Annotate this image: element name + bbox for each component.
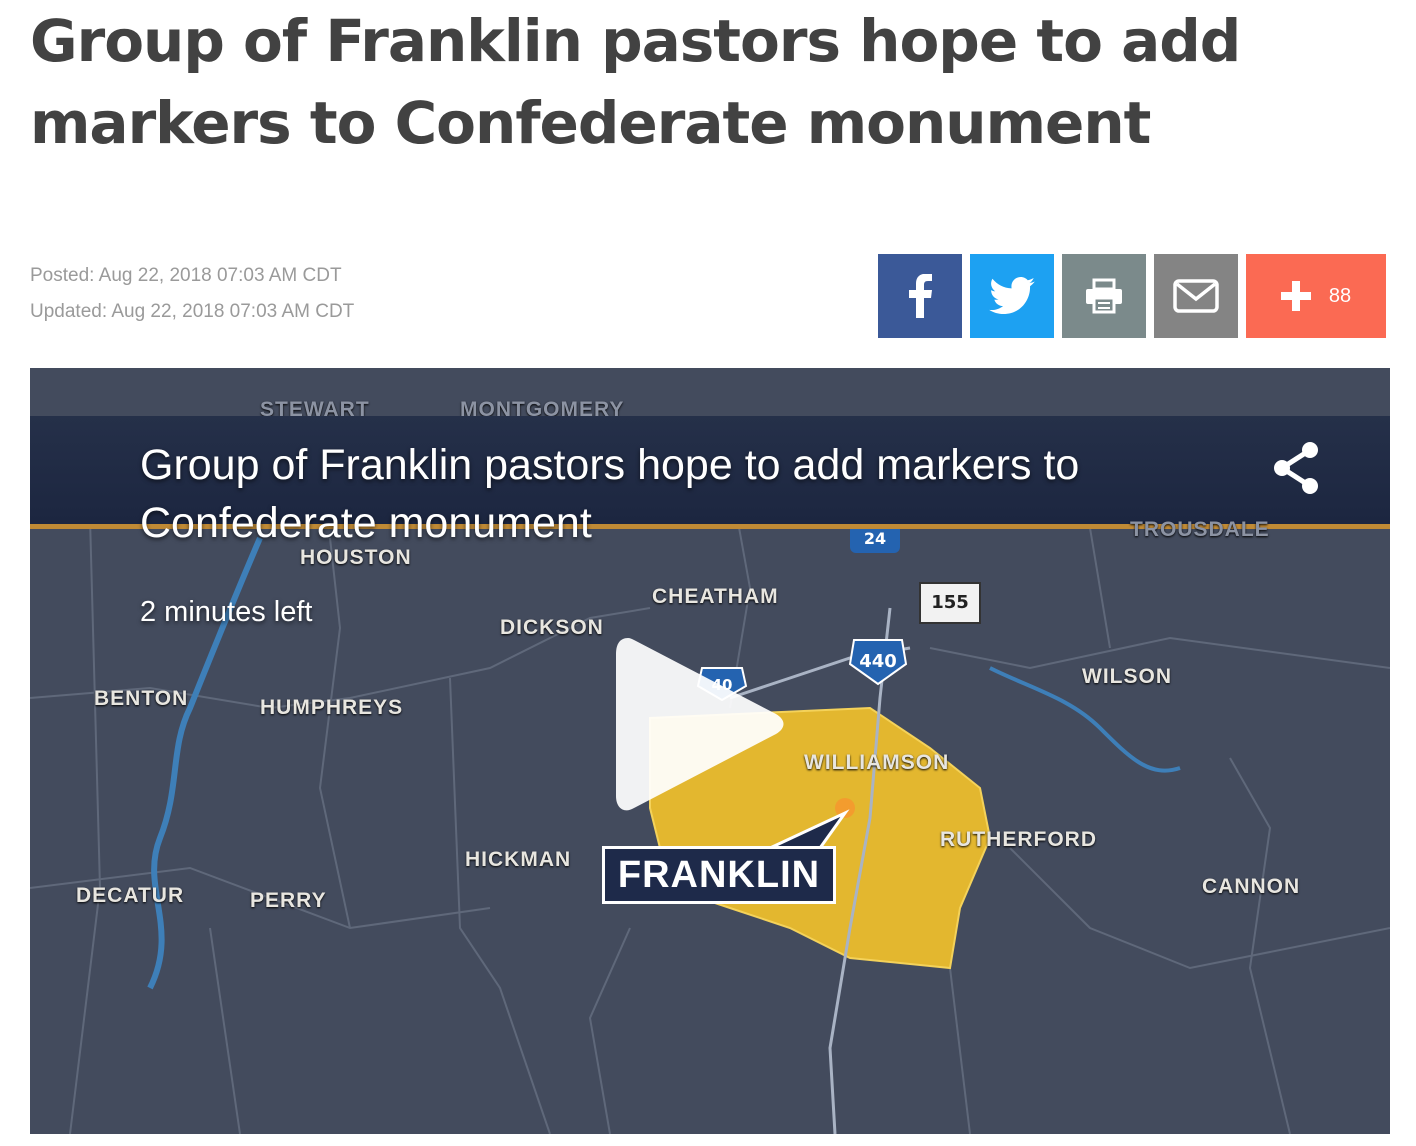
route-155-shield: 155 <box>931 592 969 613</box>
franklin-map-label: FRANKLIN <box>602 846 836 904</box>
video-player[interactable]: 24 40 440 155 STEWART MONTGOMERY TROUSDA… <box>30 368 1390 1134</box>
print-button[interactable] <box>1062 254 1146 338</box>
route-440-shield: 440 <box>859 651 897 672</box>
share-count: 88 <box>1328 284 1352 307</box>
share-icon[interactable] <box>1270 440 1322 496</box>
twitter-icon <box>989 277 1035 315</box>
twitter-share-button[interactable] <box>970 254 1054 338</box>
county-label-dickson: DICKSON <box>500 616 604 639</box>
county-label-rutherford: RUTHERFORD <box>940 828 1097 851</box>
play-button-icon[interactable] <box>610 630 790 820</box>
county-label-williamson: WILLIAMSON <box>804 751 950 774</box>
county-label-decatur: DECATUR <box>76 884 185 907</box>
print-icon <box>1086 278 1122 314</box>
plus-icon <box>1280 281 1311 311</box>
county-label-humphreys: HUMPHREYS <box>260 696 404 719</box>
more-share-button[interactable]: 88 <box>1246 254 1386 338</box>
county-label-cheatham: CHEATHAM <box>652 585 779 608</box>
video-title: Group of Franklin pastors hope to add ma… <box>140 441 1080 547</box>
article-headline: Group of Franklin pastors hope to add ma… <box>30 7 1241 157</box>
posted-date: Posted: Aug 22, 2018 07:03 AM CDT <box>30 265 342 286</box>
updated-date: Updated: Aug 22, 2018 07:03 AM CDT <box>30 301 355 322</box>
county-label-cannon: CANNON <box>1202 875 1301 898</box>
facebook-share-button[interactable] <box>878 254 962 338</box>
county-label-perry: PERRY <box>250 889 327 912</box>
email-share-button[interactable] <box>1154 254 1238 338</box>
county-label-benton: BENTON <box>94 687 189 710</box>
county-label-hickman: HICKMAN <box>465 848 572 871</box>
facebook-icon <box>909 274 932 318</box>
envelope-icon <box>1173 279 1219 313</box>
county-label-wilson: WILSON <box>1082 665 1172 688</box>
video-time-left: 2 minutes left <box>140 596 313 628</box>
